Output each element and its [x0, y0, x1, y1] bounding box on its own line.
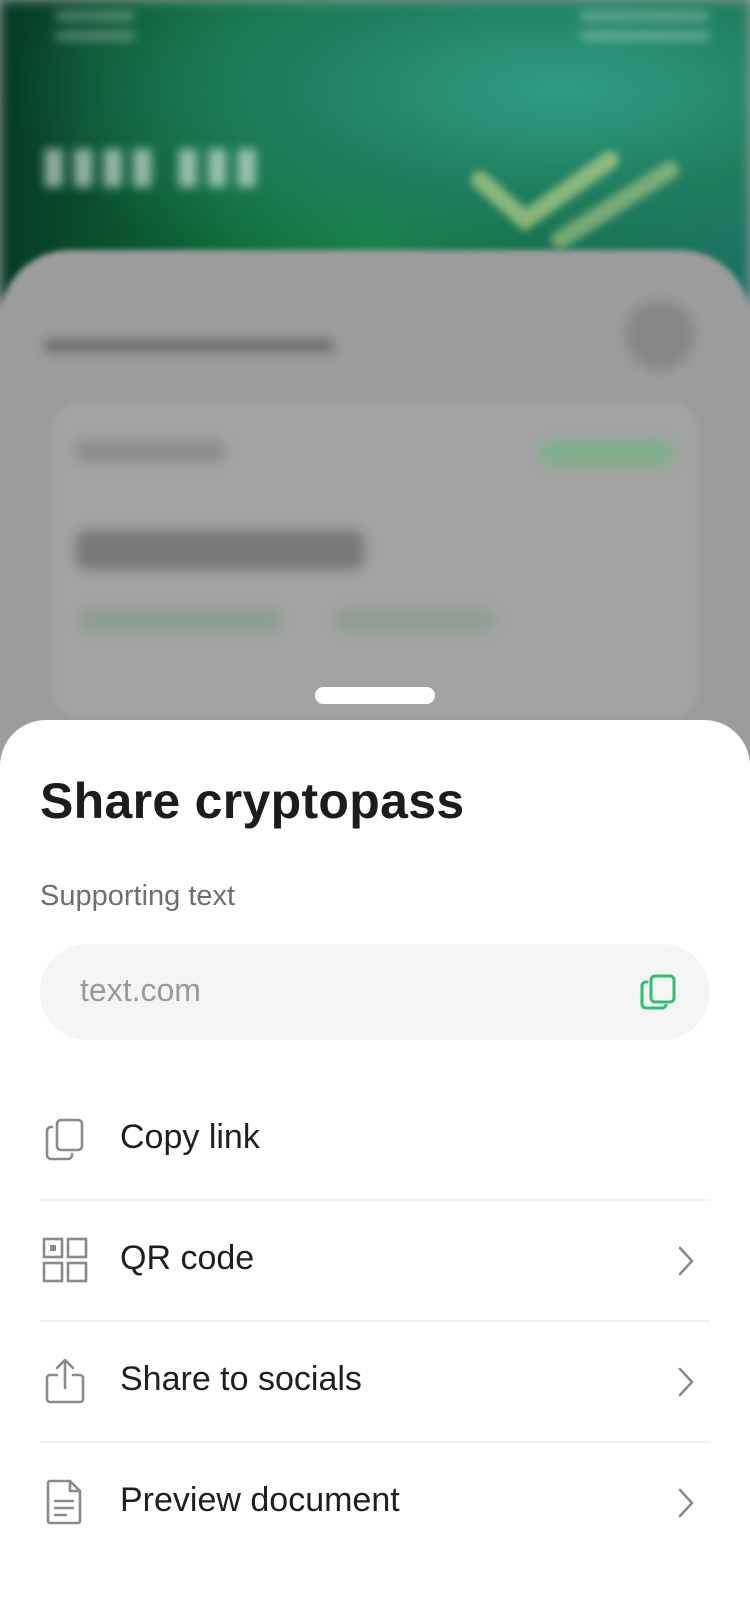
copy-icon[interactable] [638, 972, 678, 1012]
chevron-right-icon [676, 1366, 696, 1398]
document-icon [42, 1479, 88, 1525]
link-field[interactable]: text.com [40, 944, 710, 1040]
share-icon [42, 1358, 88, 1404]
background-status-right [580, 0, 710, 60]
sheet-grabber-handle[interactable] [315, 687, 435, 704]
chevron-right-icon [676, 1487, 696, 1519]
background-round-button [625, 300, 695, 370]
background-bar [80, 610, 280, 630]
sheet-title: Share cryptopass [40, 773, 465, 829]
link-field-value: text.com [80, 972, 201, 1008]
menu-item-label: Share to socials [120, 1360, 362, 1398]
menu-item-copy-link[interactable]: Copy link [40, 1080, 710, 1201]
background-bar [75, 530, 365, 570]
menu-item-qr-code[interactable]: QR code [40, 1201, 710, 1322]
menu-item-share-to-socials[interactable]: Share to socials [40, 1322, 710, 1443]
menu-item-label: Copy link [120, 1118, 260, 1156]
background-status-left [55, 0, 135, 60]
qr-code-icon [42, 1237, 88, 1283]
menu-item-label: Preview document [120, 1481, 400, 1519]
background-header-text: ▮▮▮▮ ▮▮▮ [40, 136, 263, 192]
share-options-list: Copy link QR code Share to socials Previ… [40, 1080, 710, 1562]
copy-icon [42, 1116, 88, 1162]
background-check-icon [470, 150, 690, 250]
background-card-title: ▬▬▬▬▬▬▬▬ [45, 318, 333, 359]
sheet-supporting-text: Supporting text [40, 880, 236, 912]
chevron-right-icon [676, 1245, 696, 1277]
background-bar [540, 440, 675, 466]
menu-item-preview-document[interactable]: Preview document [40, 1443, 710, 1562]
share-bottom-sheet: Share cryptopass Supporting text text.co… [0, 720, 750, 1624]
menu-item-label: QR code [120, 1239, 255, 1277]
background-bar [75, 440, 225, 462]
background-bar [335, 610, 495, 630]
